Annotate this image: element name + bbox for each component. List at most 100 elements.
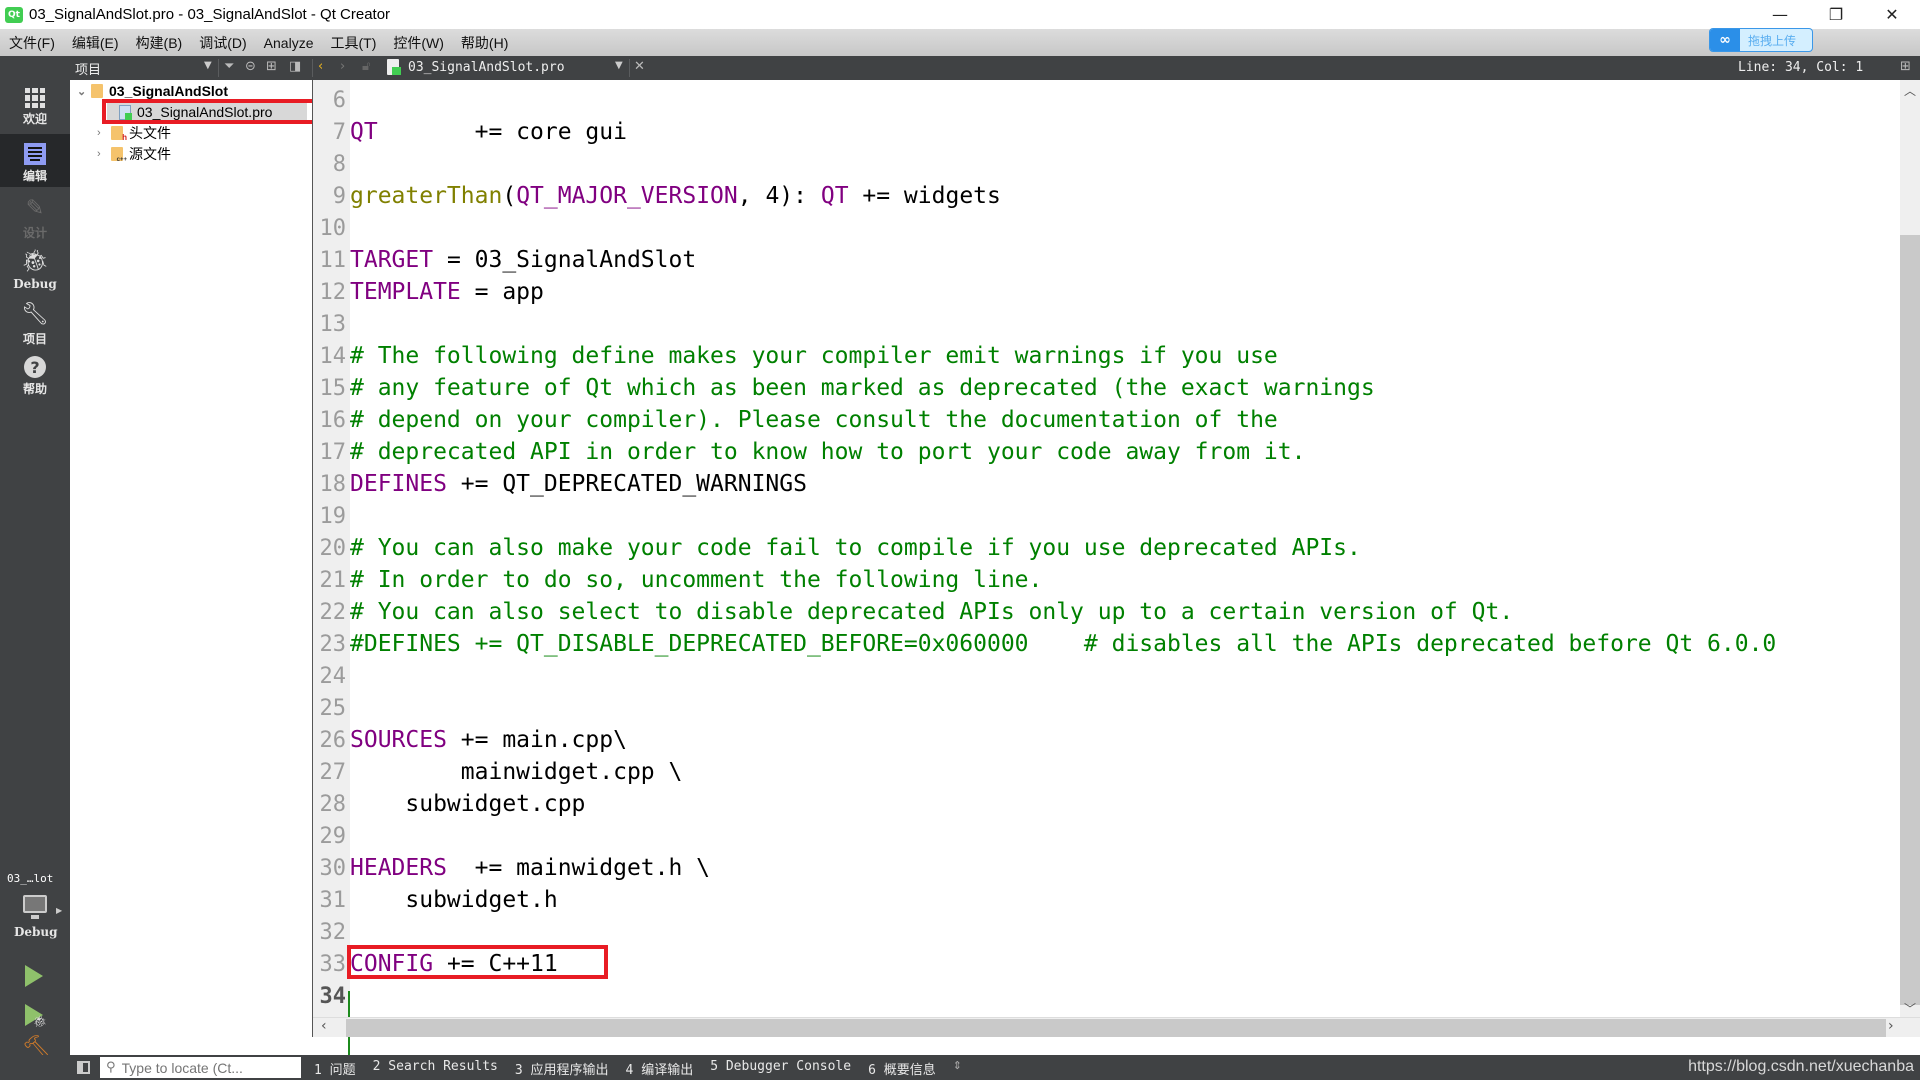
code-line[interactable]: 23 #DEFINES += QT_DISABLE_DEPRECATED_BEFO… [313,628,1873,660]
line-number: 24 [319,663,347,689]
menu-tools[interactable]: 工具(T) [321,33,384,53]
line-number: 27 [319,759,347,785]
close-button[interactable]: ✕ [1864,0,1920,29]
menu-file[interactable]: 文件(F) [0,33,63,53]
code-line[interactable]: 19 [313,500,1873,532]
code-line[interactable]: 24 [313,660,1873,692]
chevron-right-icon[interactable]: › [97,148,111,160]
close-document-icon[interactable]: ✕ [634,59,645,74]
code-line[interactable]: 20 # You can also make your code fail to … [313,532,1873,564]
code-line[interactable]: 9 greaterThan(QT_MAJOR_VERSION, 4): QT +=… [313,180,1873,212]
code-line[interactable]: 25 [313,692,1873,724]
locator-input[interactable] [121,1059,282,1076]
locator[interactable]: ⚲ [100,1057,301,1078]
tree-item-sources[interactable]: › c++ 源文件 [97,144,171,164]
mode-projects[interactable]: 🔧︎ 项目 [0,302,70,347]
scrollbar-thumb[interactable] [1900,235,1920,1005]
menu-debug[interactable]: 调试(D) [190,33,254,53]
mode-help[interactable]: ? 帮助 [0,356,70,397]
code-line[interactable]: 32 [313,916,1873,948]
code-line[interactable]: 34 [313,980,1873,1012]
code-line[interactable]: 29 [313,820,1873,852]
watermark: https://blog.csdn.net/xuechanba [1688,1058,1914,1075]
vertical-scrollbar[interactable]: ︿ ﹀ [1900,80,1920,1017]
grid-icon [25,88,45,108]
cloud-upload-button[interactable]: ∞ 拖拽上传 [1709,28,1813,52]
code-line[interactable]: 22 # You can also select to disable depre… [313,596,1873,628]
code-line[interactable]: 12 TEMPLATE = app [313,276,1873,308]
mode-debug[interactable]: 🐞︎ Debug [0,249,70,291]
tab-application-output[interactable]: 3 应用程序输出 [515,1059,609,1078]
tree-item-headers[interactable]: › h 头文件 [97,123,171,143]
chevron-right-icon[interactable]: ▶ [56,906,62,915]
code-line[interactable]: 28 subwidget.cpp [313,788,1873,820]
chevron-down-icon[interactable]: ⌄ [77,85,91,98]
tab-search-results[interactable]: 2 Search Results [373,1059,498,1078]
scrollbar-thumb[interactable] [346,1019,1886,1037]
mode-label: 设计 [22,226,47,240]
code-line[interactable]: 18 DEFINES += QT_DEPRECATED_WARNINGS [313,468,1873,500]
monitor-icon[interactable] [23,895,47,919]
cursor-position[interactable]: Line: 34, Col: 1 [1738,60,1863,75]
code-editor[interactable]: 6 7 QT += core gui 8 9 greaterThan(QT_MAJOR_V… [312,80,1920,1080]
open-document-selector[interactable]: 03_SignalAndSlot.pro [408,60,565,75]
mode-welcome[interactable]: 欢迎 [0,88,70,136]
mode-label: 帮助 [22,382,47,396]
tree-root[interactable]: ⌄ 03_SignalAndSlot [77,81,228,101]
split-add-icon[interactable]: ⊞ [1900,59,1911,74]
filter-icon[interactable]: ⏷ [224,59,234,74]
code-line[interactable]: 15 # any feature of Qt which as been mark… [313,372,1873,404]
menu-widgets[interactable]: 控件(W) [384,33,452,53]
more-tabs-icon[interactable]: ⇕ [953,1059,962,1078]
code-line[interactable]: 31 subwidget.h [313,884,1873,916]
code-token: += widgets [848,183,1001,209]
menu-help[interactable]: 帮助(H) [452,33,516,53]
project-view-selector[interactable]: 项目 [75,59,101,78]
code-line[interactable]: 14 # The following define makes your comp… [313,340,1873,372]
divider [218,59,219,77]
scroll-up-icon[interactable]: ︿ [1904,82,1916,99]
menu-analyze[interactable]: Analyze [255,35,322,51]
split-add-icon[interactable]: ⊞ [266,59,277,74]
header-folder-icon: h [111,126,127,142]
tab-issues[interactable]: 1 问题 [314,1059,356,1078]
menu-edit[interactable]: 编辑(E) [63,33,127,53]
restore-button[interactable]: ❐ [1808,0,1864,29]
build-configuration[interactable]: Debug [14,925,58,939]
forward-icon[interactable]: › [340,59,345,74]
toggle-sidebar-icon[interactable] [77,1061,90,1074]
code-line[interactable]: 7 QT += core gui [313,116,1873,148]
horizontal-scrollbar[interactable]: ‹ › [313,1017,1920,1037]
line-number: 23 [319,631,347,657]
minimize-button[interactable]: — [1752,0,1808,29]
scroll-right-icon[interactable]: › [1888,1018,1894,1034]
code-line[interactable]: 8 [313,148,1873,180]
scroll-down-icon[interactable]: ﹀ [1904,1000,1916,1017]
code-line[interactable]: 21 # In order to do so, uncomment the fol… [313,564,1873,596]
code-line[interactable]: 27 mainwidget.cpp \ [313,756,1873,788]
tab-compile-output[interactable]: 4 编译输出 [626,1059,694,1078]
chevron-down-icon[interactable]: ▼ [204,60,212,71]
code-line[interactable]: 30 HEADERS += mainwidget.h \ [313,852,1873,884]
code-line[interactable]: 6 [313,84,1873,116]
scroll-left-icon[interactable]: ‹ [321,1018,327,1034]
line-number: 19 [319,503,347,529]
back-icon[interactable]: ‹ [318,59,323,74]
code-line[interactable]: 17 # deprecated API in order to know how … [313,436,1873,468]
link-icon[interactable]: ⊝ [245,59,256,74]
tab-general-messages[interactable]: 6 概要信息 [868,1059,936,1078]
close-sidebar-icon[interactable]: ◨ [289,59,301,74]
chevron-down-icon[interactable]: ▼ [615,60,623,71]
code-line[interactable]: 13 [313,308,1873,340]
mode-design[interactable]: ✎ 设计 [0,196,70,241]
chevron-right-icon[interactable]: › [97,127,111,139]
menu-build[interactable]: 构建(B) [127,33,191,53]
code-line[interactable]: 11 TARGET = 03_SignalAndSlot [313,244,1873,276]
code-line[interactable]: 16 # depend on your compiler). Please con… [313,404,1873,436]
tab-debugger-console[interactable]: 5 Debugger Console [710,1059,851,1078]
code-line[interactable]: 10 [313,212,1873,244]
run-icon[interactable] [25,965,43,987]
code-line[interactable]: 26 SOURCES += main.cpp\ [313,724,1873,756]
mode-edit[interactable]: 编辑 [0,134,70,187]
keyword-token: SOURCES [350,727,447,753]
